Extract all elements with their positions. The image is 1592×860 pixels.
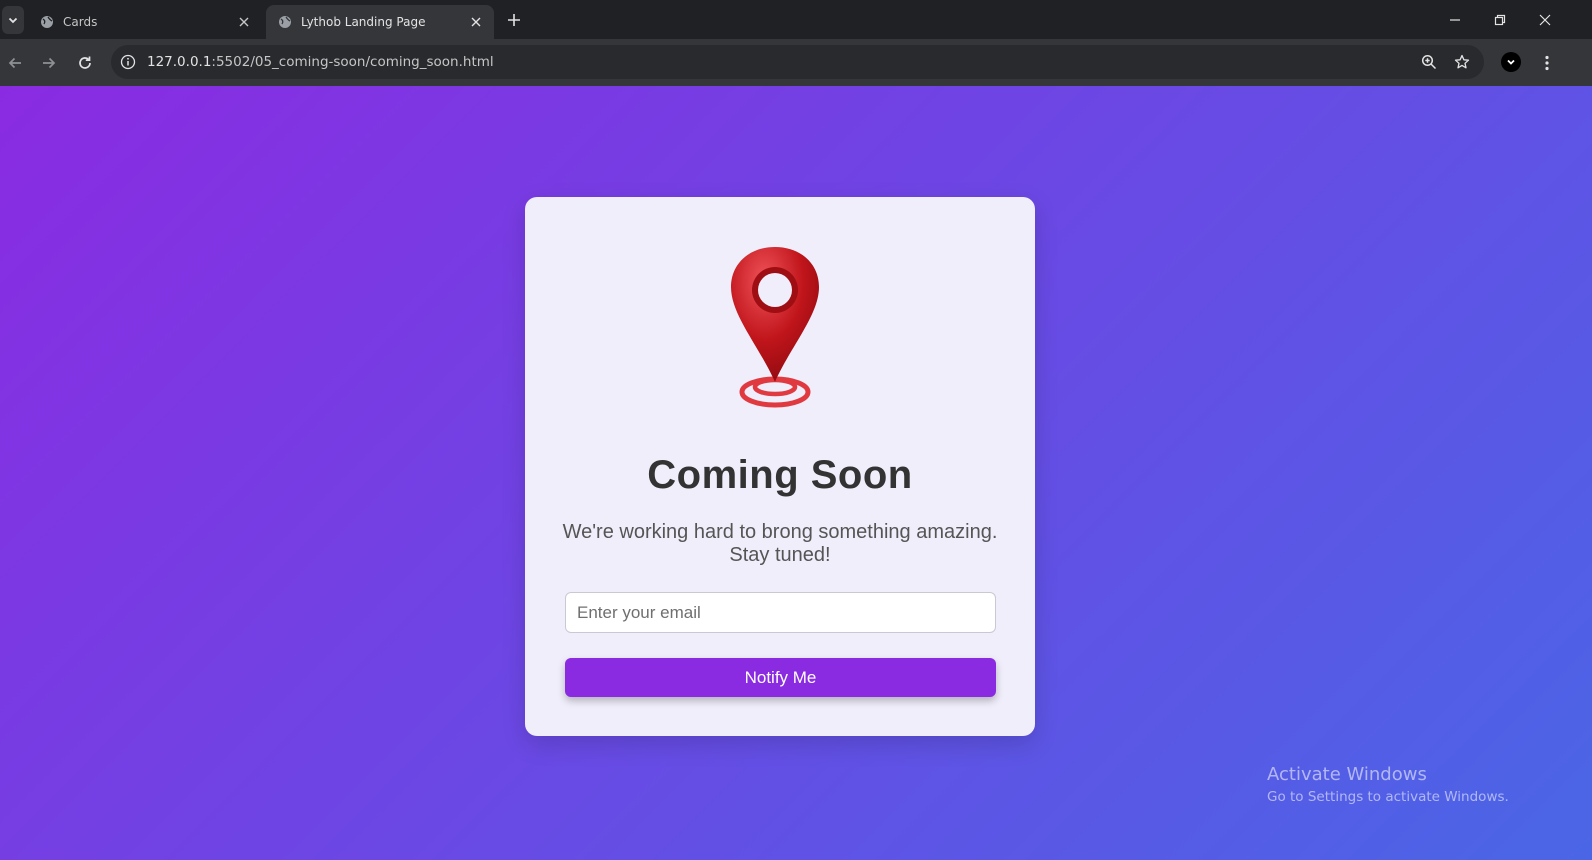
new-tab-button[interactable] — [503, 9, 525, 31]
email-input[interactable] — [565, 592, 996, 633]
browser-menu-button[interactable] — [1537, 51, 1557, 75]
minimize-icon — [1450, 19, 1460, 21]
tab-cards[interactable]: Cards — [28, 5, 262, 39]
restore-icon — [1494, 14, 1506, 26]
zoom-button[interactable] — [1420, 53, 1438, 71]
close-icon — [471, 17, 481, 27]
url-path: :5502/05_coming-soon/coming_soon.html — [211, 54, 494, 70]
tab-title: Cards — [63, 15, 98, 29]
reload-button[interactable] — [73, 51, 97, 75]
address-bar[interactable]: 127.0.0.1:5502/05_coming-soon/coming_soo… — [111, 45, 1484, 79]
tab-strip: Cards Lythob Landing Page — [0, 0, 1592, 39]
browser-toolbar: 127.0.0.1:5502/05_coming-soon/coming_soo… — [0, 39, 1592, 86]
close-icon — [239, 17, 249, 27]
restore-button[interactable] — [1488, 8, 1512, 32]
more-vertical-icon — [1545, 55, 1549, 71]
watermark-subtitle: Go to Settings to activate Windows. — [1267, 789, 1509, 805]
tab-lythob-landing-page[interactable]: Lythob Landing Page — [266, 5, 494, 39]
notify-me-button[interactable]: Notify Me — [565, 658, 996, 697]
location-pin-icon — [731, 247, 819, 408]
subtitle-line-2: Stay tuned! — [729, 544, 831, 566]
globe-icon — [279, 16, 291, 28]
chevron-down-icon — [1507, 59, 1515, 65]
tab-search-button[interactable] — [2, 6, 24, 34]
arrow-left-icon — [8, 57, 21, 69]
back-button[interactable] — [3, 51, 27, 75]
subtitle-line-1: We're working hard to brong something am… — [562, 521, 998, 543]
arrow-right-icon — [43, 57, 56, 69]
page-subtitle: We're working hard to brong something am… — [555, 521, 1005, 567]
close-icon — [1539, 14, 1551, 26]
bookmark-button[interactable] — [1453, 53, 1471, 71]
profile-button[interactable] — [1501, 52, 1521, 72]
star-icon — [1454, 54, 1470, 69]
coming-soon-card: Coming Soon We're working hard to brong … — [525, 197, 1035, 736]
url-host: 127.0.0.1 — [147, 54, 212, 70]
globe-icon — [41, 16, 53, 28]
close-window-button[interactable] — [1533, 8, 1557, 32]
activate-windows-watermark: Activate Windows Go to Settings to activ… — [1267, 764, 1509, 805]
tab-close-button[interactable] — [468, 14, 484, 30]
url-text[interactable]: 127.0.0.1:5502/05_coming-soon/coming_soo… — [147, 54, 494, 70]
site-info-icon[interactable] — [120, 54, 136, 70]
watermark-title: Activate Windows — [1267, 764, 1427, 785]
page-viewport: Coming Soon We're working hard to brong … — [0, 86, 1592, 860]
zoom-in-icon — [1421, 54, 1437, 70]
minimize-button[interactable] — [1443, 8, 1467, 32]
tab-close-button[interactable] — [236, 14, 252, 30]
tab-title: Lythob Landing Page — [301, 15, 426, 29]
plus-icon — [508, 14, 520, 26]
reload-icon — [79, 56, 91, 69]
forward-button[interactable] — [37, 51, 61, 75]
chevron-down-icon — [8, 17, 18, 24]
page-title: Coming Soon — [647, 453, 913, 497]
